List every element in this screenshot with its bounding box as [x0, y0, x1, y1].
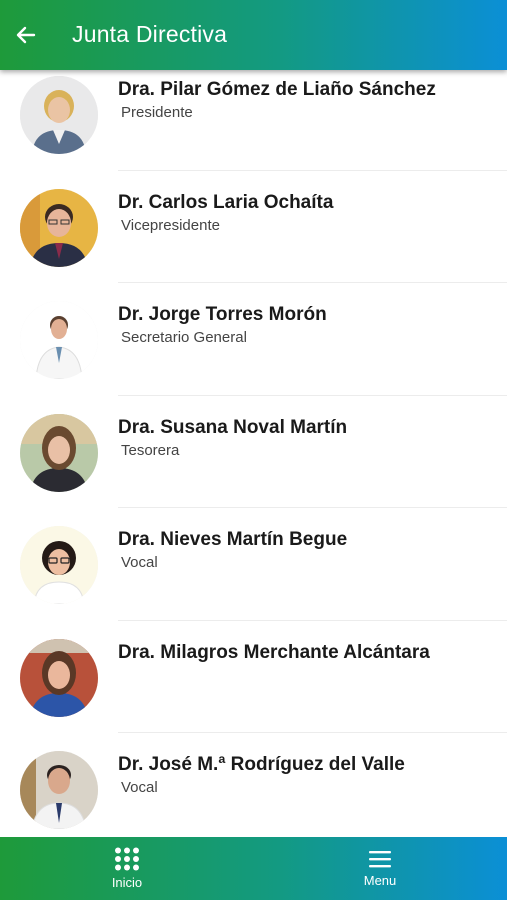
member-name: Dr. José M.ª Rodríguez del Valle	[118, 754, 405, 775]
list-item[interactable]: Dra. Pilar Gómez de Liaño Sánchez Presid…	[0, 58, 507, 171]
list-item[interactable]: Dra. Susana Noval Martín Tesorera	[0, 396, 507, 509]
member-name: Dra. Nieves Martín Begue	[118, 529, 348, 550]
avatar	[20, 413, 98, 492]
member-role: Secretario General	[121, 329, 247, 346]
list-item[interactable]: Dra. Nieves Martín Begue Vocal	[0, 508, 507, 621]
member-role: Vocal	[121, 779, 158, 796]
avatar	[20, 526, 98, 604]
list-item[interactable]: Dr. José M.ª Rodríguez del Valle Vocal	[0, 733, 507, 846]
grid-icon	[115, 847, 139, 871]
nav-menu-button[interactable]: Menu	[300, 837, 460, 900]
member-role: Vicepresidente	[121, 216, 220, 234]
arrow-left-icon	[16, 26, 36, 44]
avatar	[20, 638, 98, 717]
hamburger-icon	[369, 851, 391, 868]
bottom-navigation: Inicio Menu	[0, 837, 507, 900]
list-item[interactable]: Dra. Milagros Merchante Alcántara	[0, 621, 507, 734]
member-role: Tesorera	[121, 441, 180, 459]
member-name: Dr. Carlos Laria Ochaíta	[118, 191, 334, 213]
app-header: Junta Directiva	[0, 0, 507, 70]
board-member-list: Dra. Pilar Gómez de Liaño Sánchez Presid…	[0, 58, 507, 846]
nav-home-label: Inicio	[111, 875, 143, 890]
nav-menu-label: Menu	[363, 873, 397, 888]
member-name: Dra. Milagros Merchante Alcántara	[118, 641, 430, 663]
list-item[interactable]: Dr. Carlos Laria Ochaíta Vicepresidente	[0, 171, 507, 284]
member-role: Vocal	[121, 554, 158, 571]
avatar	[20, 751, 98, 829]
nav-home-button[interactable]: Inicio	[47, 837, 207, 900]
member-role: Presidente	[121, 104, 193, 121]
avatar	[20, 188, 98, 267]
member-name: Dr. Jorge Torres Morón	[118, 304, 327, 325]
page-title: Junta Directiva	[72, 21, 228, 47]
member-name: Dra. Pilar Gómez de Liaño Sánchez	[118, 79, 436, 100]
list-item[interactable]: Dr. Jorge Torres Morón Secretario Genera…	[0, 283, 507, 396]
avatar	[20, 301, 98, 379]
back-button[interactable]	[8, 17, 44, 53]
avatar	[20, 76, 98, 154]
member-name: Dra. Susana Noval Martín	[118, 416, 348, 438]
